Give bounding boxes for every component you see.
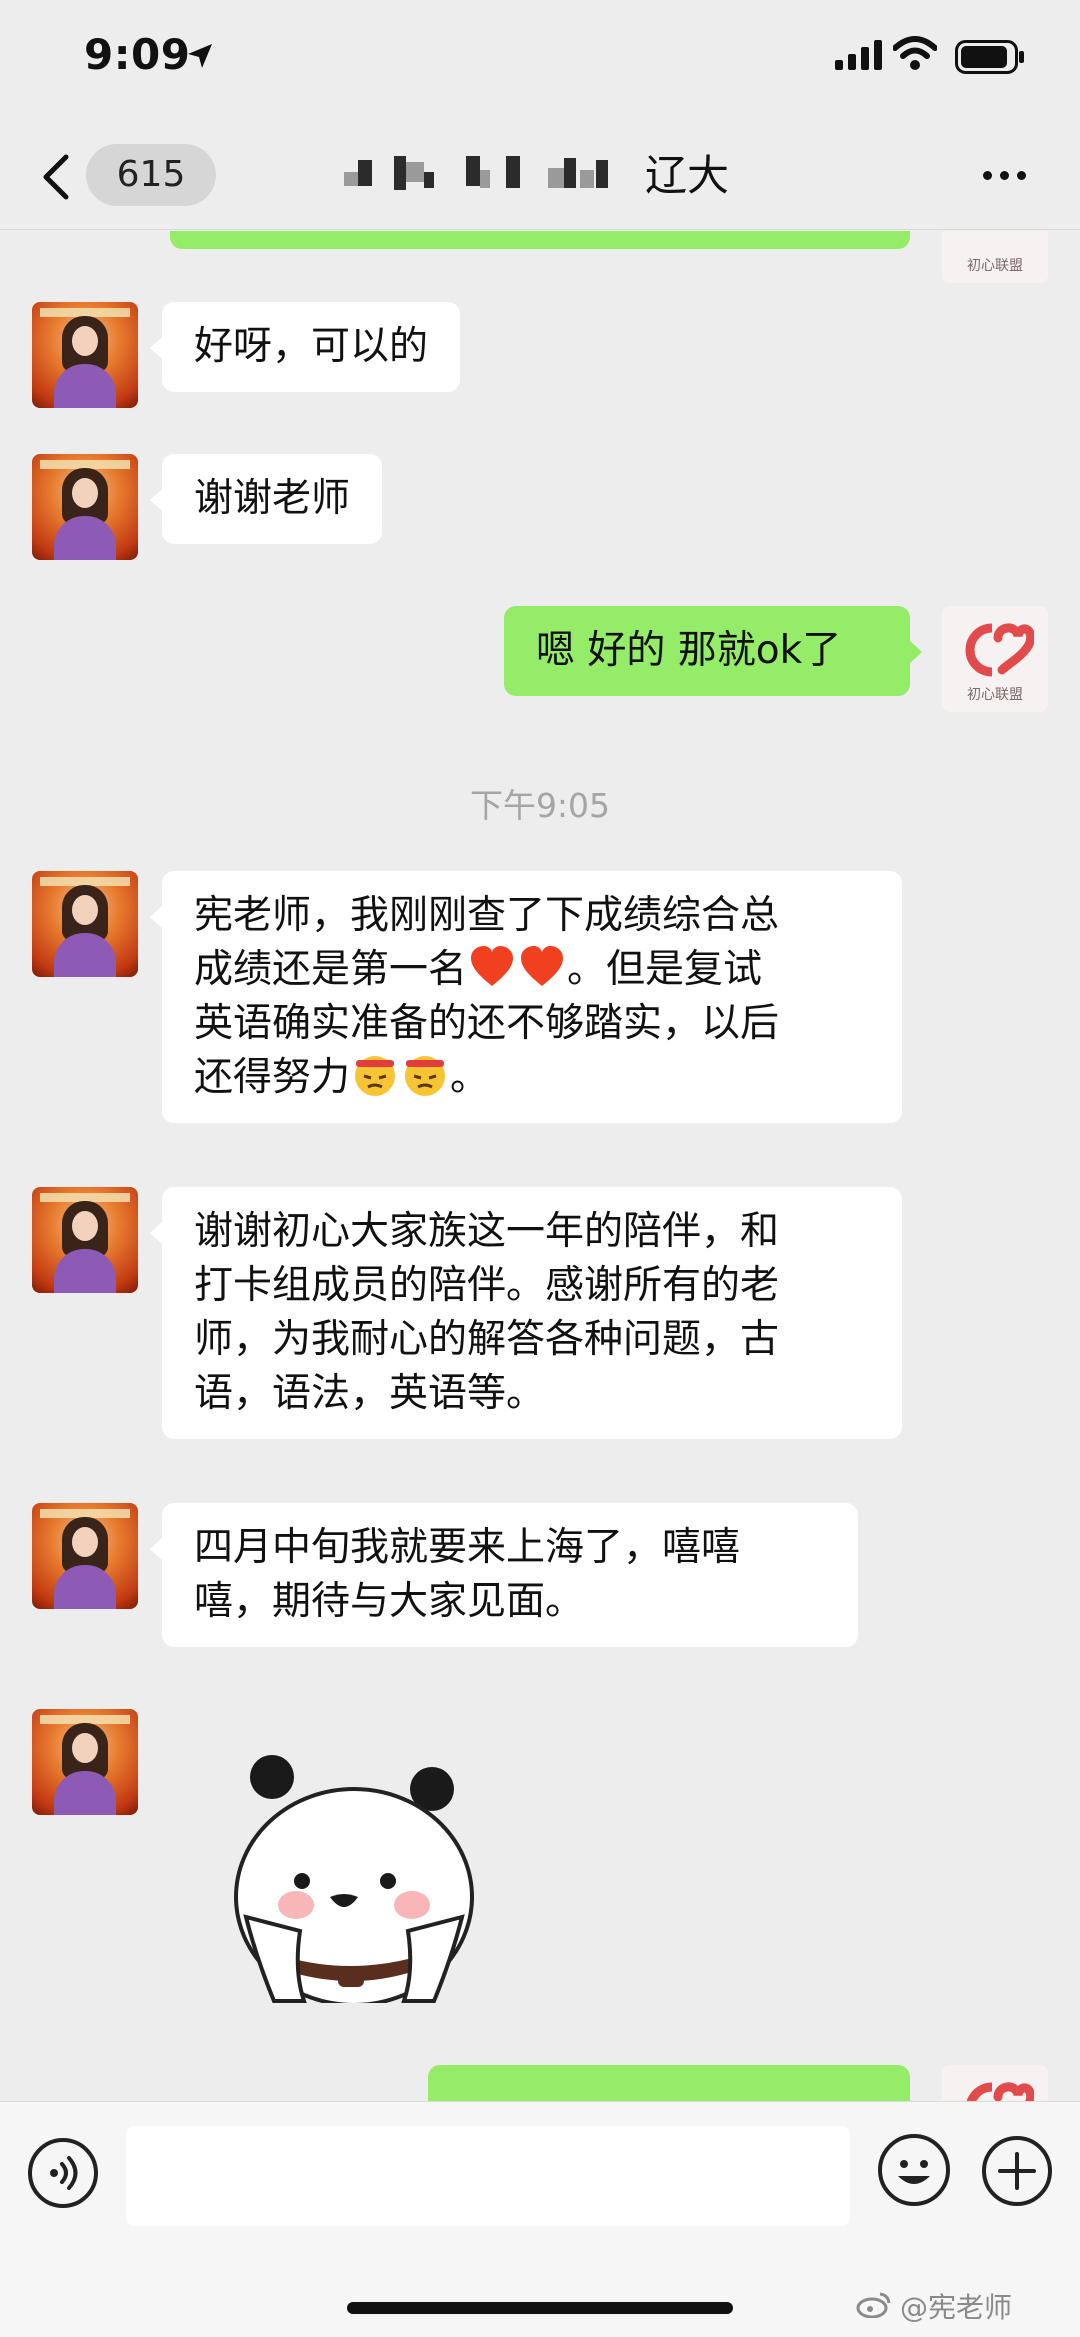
message-text: 。 <box>450 1055 490 1100</box>
unread-count-badge: 615 <box>86 144 216 206</box>
contact-avatar[interactable] <box>32 1709 138 1815</box>
wifi-icon <box>893 36 937 70</box>
message-text: 好呀，可以的 <box>194 324 429 369</box>
message-line: 师，为我耐心的解答各种问题，古 <box>194 1317 780 1362</box>
message-bubble[interactable]: 好呀，可以的 <box>149 302 461 392</box>
message-line: 谢谢初心大家族这一年的陪伴，和 <box>194 1209 780 1254</box>
contact-avatar[interactable] <box>32 454 138 560</box>
voice-icon <box>50 2156 78 2190</box>
brand-logo-icon <box>966 2082 1034 2101</box>
message-bubble[interactable]: 谢谢老师 <box>149 454 383 544</box>
red-heart-emoji <box>521 946 564 986</box>
self-avatar[interactable]: 初心联盟 <box>942 231 1048 283</box>
self-avatar[interactable]: 初心联盟 <box>942 606 1048 712</box>
message-list[interactable]: 初心联盟 好呀，可以的 谢谢老师 嗯 好的 那就ok了 初心联盟 下午9:05 … <box>0 231 1080 2101</box>
message-line: 成绩还是第一名 。但是复试 <box>194 943 870 997</box>
self-avatar[interactable] <box>942 2065 1048 2101</box>
sent-message-bubble-partial[interactable] <box>428 2065 922 2101</box>
contact-avatar[interactable] <box>32 302 138 408</box>
status-time: 9:09 <box>84 30 191 79</box>
voice-input-button[interactable] <box>28 2138 98 2208</box>
message-line: 打卡组成员的陪伴。感谢所有的老 <box>194 1263 780 1308</box>
emoji-icon <box>898 2160 930 2184</box>
sent-message-bubble[interactable]: 嗯 好的 那就ok了 <box>504 606 922 696</box>
battery-icon <box>955 40 1024 74</box>
message-text: 成绩还是第一名 <box>194 947 468 992</box>
message-line: 还得努力 。 <box>194 1051 870 1105</box>
chevron-left-icon <box>43 154 69 200</box>
contact-avatar[interactable] <box>32 871 138 977</box>
location-arrow-icon <box>188 44 212 68</box>
avatar-brand-label: 初心联盟 <box>967 258 1023 274</box>
message-text: 还得努力 <box>194 1055 351 1100</box>
headband-face-emoji <box>405 1056 446 1096</box>
plus-icon <box>998 2152 1036 2190</box>
home-indicator <box>347 2302 733 2314</box>
message-text: 谢谢老师 <box>194 476 351 521</box>
message-line: 嘻，期待与大家见面。 <box>194 1579 585 1624</box>
avatar-brand-label: 初心联盟 <box>967 687 1023 703</box>
back-button[interactable]: 615 <box>30 140 216 210</box>
chat-header: 615 辽大 <box>0 120 1080 230</box>
message-bubble[interactable]: 四月中旬我就要来上海了，嘻嘻 嘻，期待与大家见面。 <box>150 1503 858 1647</box>
brand-logo-icon <box>965 623 1034 677</box>
more-functions-button[interactable] <box>982 2136 1052 2206</box>
message-bubble-partial-top[interactable] <box>170 231 910 249</box>
message-timestamp: 下午9:05 <box>469 786 611 825</box>
watermark: @宪老师 <box>900 2291 1013 2324</box>
chat-title-suffix: 辽大 <box>645 151 730 200</box>
contact-avatar[interactable] <box>32 1187 138 1293</box>
headband-face-emoji <box>355 1056 396 1096</box>
status-bar: 9:09 <box>0 0 1080 120</box>
message-text: 。但是复试 <box>567 947 763 992</box>
more-options-button[interactable] <box>975 160 1035 190</box>
message-line: 英语确实准备的还不够踏实，以后 <box>194 1001 780 1046</box>
cellular-signal-icon <box>835 40 882 70</box>
message-bubble[interactable]: 宪老师，我刚刚查了下成绩综合总 成绩还是第一名 。但是复试 英语确实准备的还不够踏… <box>150 871 902 1123</box>
message-bubble[interactable]: 谢谢初心大家族这一年的陪伴，和 打卡组成员的陪伴。感谢所有的老 师，为我耐心的解… <box>150 1187 902 1439</box>
panda-sticker[interactable] <box>226 1747 486 2003</box>
message-text: 嗯 好的 那就ok了 <box>536 628 842 673</box>
message-line: 语，语法，英语等。 <box>194 1371 546 1416</box>
message-line: 宪老师，我刚刚查了下成绩综合总 <box>194 893 780 938</box>
chat-title: 辽大 <box>340 146 760 206</box>
red-heart-emoji <box>471 946 514 986</box>
weibo-icon <box>856 2292 891 2318</box>
message-input[interactable] <box>126 2126 850 2226</box>
emoji-button[interactable] <box>878 2134 950 2206</box>
contact-avatar[interactable] <box>32 1503 138 1609</box>
message-line: 四月中旬我就要来上海了，嘻嘻 <box>194 1525 741 1570</box>
